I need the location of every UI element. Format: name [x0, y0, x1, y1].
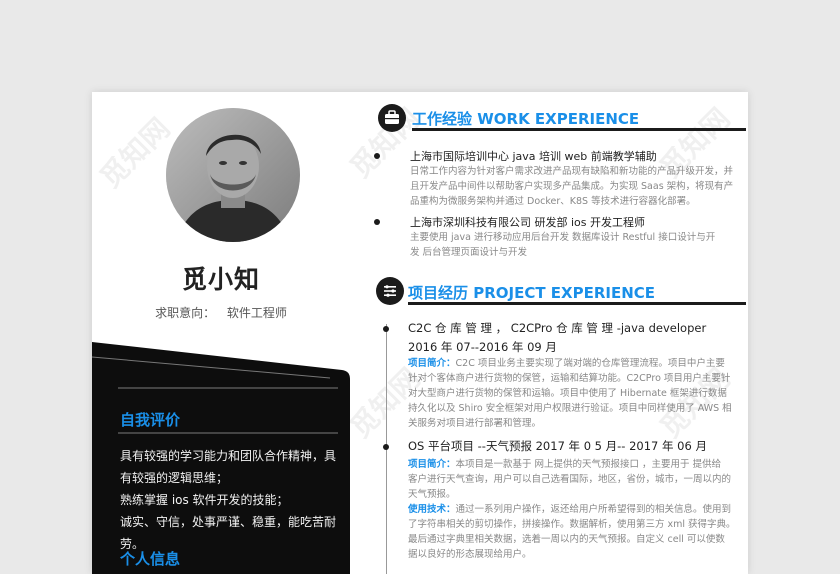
project-entry-date: 2016 年 07--2016 年 09 月: [408, 340, 557, 354]
desc-line: 客户进行天气查询，用户可以自己选看国际，地区，省份，城市，一周以内的: [408, 474, 732, 485]
desc-line: 对大型商户进行货物的保管和运输。项目中使用了 Hibernate 框架进行数据: [408, 388, 727, 399]
work-entry-description: 日常工作内容为针对客户需求改进产品现有缺陷和新功能的产品升级开发，并 且开发产品…: [410, 164, 746, 209]
desc-label: 项目简介：: [408, 358, 456, 369]
section-divider: [118, 387, 338, 389]
project-entry-heading: C2C 仓 库 管 理 ， C2CPro 仓 库 管 理 -java devel…: [408, 321, 707, 335]
section-divider: [118, 432, 338, 434]
desc-line: 了字符串相关的剪切操作，拼接操作。数据解析，使用第三方 xml 获得字典。: [408, 519, 736, 530]
project-entry-description: 项目简介：C2C 项目业务主要实现了端对端的仓库管理流程。项目中户主要 针对个客…: [408, 356, 746, 431]
work-entry-heading: 上海市国际培训中心 java 培训 web 前端教学辅助: [410, 150, 657, 163]
desc-line: 最后通过字典里相关数据，选着一周以内的天气预报。自定义 cell 可以使数: [408, 534, 725, 545]
self-eval-line: 具有较强的学习能力和团队合作精神，具: [120, 449, 337, 463]
desc-line: 品重构为微服务架构并通过 Docker、K8S 等技术进行容器化部署。: [410, 196, 696, 207]
section-line: [412, 128, 746, 131]
resume-page: 觅知网 觅知网 觅知网 觅知网 觅知网 觅知网: [92, 92, 748, 574]
desc-line: 主要使用 java 进行移动应用后台开发 数据库设计 Restful 接口设计与…: [410, 232, 716, 243]
timeline-dot: [383, 326, 389, 332]
right-column: 工作经验 WORK EXPERIENCE 上海市国际培训中心 java 培训 w…: [372, 92, 748, 574]
desc-label: 使用技术：: [408, 504, 456, 515]
section-line: [408, 302, 746, 305]
self-eval-line: 熟练掌握 ios 软件开发的技能；: [120, 493, 289, 507]
profile-name: 觅小知: [181, 265, 260, 294]
desc-line: 发 后台管理页面设计与开发: [410, 247, 528, 258]
self-eval-line: 有较强的逻辑思维；: [120, 471, 229, 485]
personal-info-title: 个人信息: [120, 550, 181, 568]
intent-value: 软件工程师: [226, 306, 287, 320]
timeline-dot: [374, 153, 380, 159]
project-entry-heading: OS 平台项目 --天气预报 2017 年 0 5 月-- 2017 年 06 …: [408, 439, 707, 453]
job-intent: 求职意向： 软件工程师: [92, 304, 350, 321]
intent-label: 求职意向：: [155, 306, 216, 320]
self-eval-text: 具有较强的学习能力和团队合作精神，具 有较强的逻辑思维； 熟练掌握 ios 软件…: [120, 445, 342, 555]
project-title: 项目经历 PROJECT EXPERIENCE: [408, 284, 656, 302]
desc-line: 针对个客体商户进行货物的保管，运输和结算功能。C2CPro 项目用户主要针: [408, 373, 731, 384]
work-entry-heading: 上海市深圳科技有限公司 研发部 ios 开发工程师: [410, 216, 646, 229]
desc-line: 通过一系列用户操作，返还给用户所希望得到的相关信息。使用到: [455, 504, 732, 515]
desc-line: C2C 项目业务主要实现了端对端的仓库管理流程。项目中户主要: [455, 358, 725, 369]
avatar: [166, 108, 300, 242]
desc-line: 持久化以及 Shiro 安全框架对用户权限进行验证。项目中同样使用了 AWS 相: [408, 403, 732, 414]
timeline-dot: [374, 219, 380, 225]
desc-line: 关服务对项目进行部署和管理。: [408, 418, 542, 429]
timeline-dot: [383, 444, 389, 450]
desc-line: 日常工作内容为针对客户需求改进产品现有缺陷和新功能的产品升级开发，并: [410, 166, 734, 177]
desc-label: 项目简介：: [408, 459, 456, 470]
work-entry-description: 主要使用 java 进行移动应用后台开发 数据库设计 Restful 接口设计与…: [410, 230, 746, 260]
self-eval-title: 自我评价: [120, 411, 181, 429]
self-eval-line: 诚实、守信，处事严谨、稳重，能吃苦耐: [120, 515, 337, 529]
work-title: 工作经验 WORK EXPERIENCE: [412, 110, 640, 128]
briefcase-icon: [378, 104, 406, 132]
desc-line: 天气预报。: [408, 489, 456, 500]
desc-line: 本项目是一款基于 网上提供的天气预报接口 ，主要用于 提供给: [455, 459, 722, 470]
desc-line: 据以良好的形态展现给用户。: [408, 549, 532, 560]
project-entry-description: 项目简介：本项目是一款基于 网上提供的天气预报接口 ，主要用于 提供给 客户进行…: [408, 457, 746, 562]
list-icon: [376, 277, 404, 305]
desc-line: 且开发产品中间件以帮助客户实现多产品集成。为实现 Saas 架构，将现有产: [410, 181, 734, 192]
left-column: 觅小知 求职意向： 软件工程师 自我评价 具有较强的学习能力和团队合作精神，具 …: [92, 92, 350, 574]
